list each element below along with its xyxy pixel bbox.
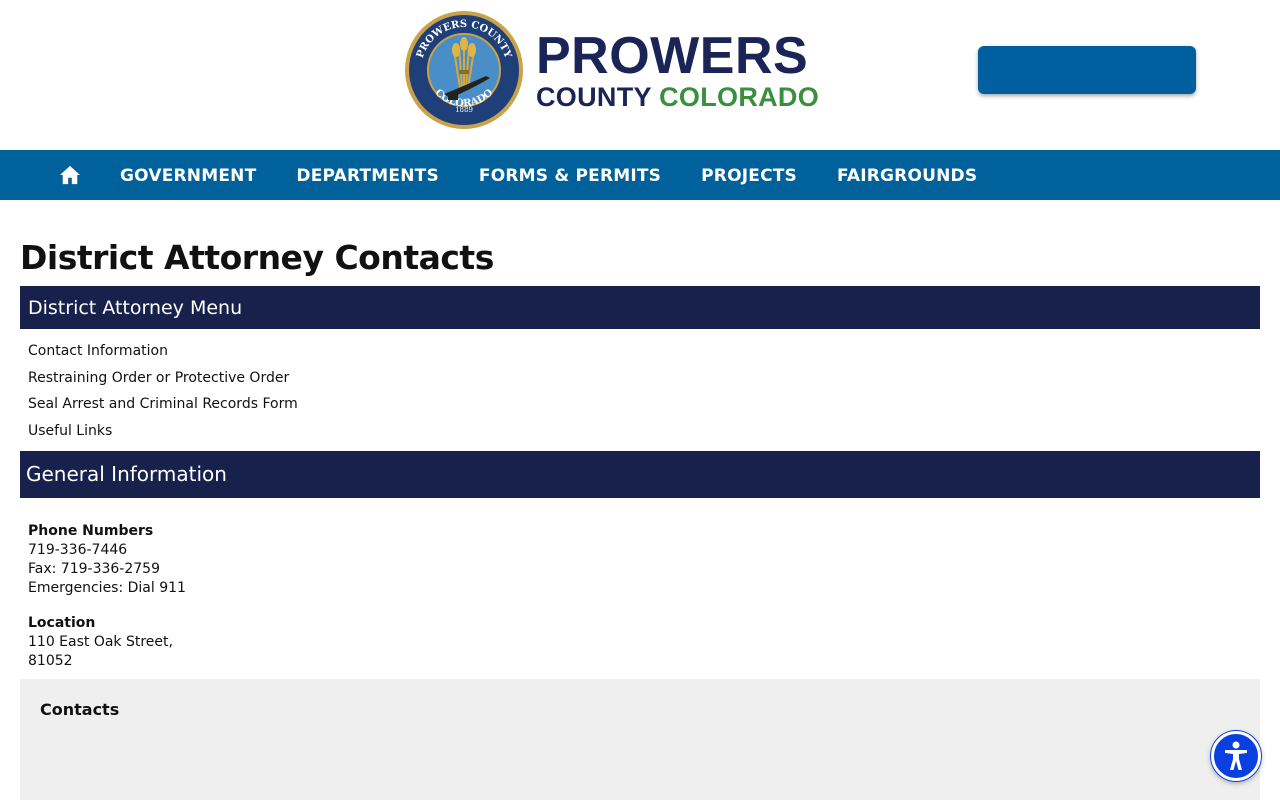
site-logo[interactable]: PROWERS COUNTY COLORADO 1889 PROWERS COU… — [404, 10, 819, 130]
district-attorney-menu: Contact Information Restraining Order or… — [28, 340, 298, 447]
general-information-header: General Information — [20, 451, 1260, 498]
seal-year: 1889 — [455, 106, 473, 114]
accessibility-button[interactable] — [1211, 731, 1261, 781]
contacts-heading: Contacts — [40, 700, 120, 719]
nav-item-fairgrounds[interactable]: FAIRGROUNDS — [817, 150, 997, 200]
wordmark-county: COUNTY — [536, 81, 652, 112]
nav-item-forms-permits[interactable]: FORMS & PERMITS — [459, 150, 681, 200]
header-action-button[interactable] — [978, 46, 1196, 94]
menu-link-restraining-order[interactable]: Restraining Order or Protective Order — [28, 367, 298, 394]
nav-home-link[interactable] — [40, 150, 100, 200]
location-label: Location — [28, 615, 96, 631]
general-information: Phone Numbers 719-336-7446 Fax: 719-336-… — [28, 522, 186, 671]
emergency-number: Emergencies: Dial 911 — [28, 580, 186, 596]
contacts-section: Contacts — [20, 679, 1260, 800]
address-line1: 110 East Oak Street, — [28, 634, 173, 650]
phone-number: 719-336-7446 — [28, 542, 128, 558]
home-icon — [60, 165, 80, 185]
menu-link-useful-links[interactable]: Useful Links — [28, 420, 298, 447]
site-header: PROWERS COUNTY COLORADO 1889 PROWERS COU… — [0, 0, 1280, 150]
menu-link-contact-information[interactable]: Contact Information — [28, 340, 298, 367]
nav-item-projects[interactable]: PROJECTS — [681, 150, 817, 200]
wordmark-colorado: COLORADO — [659, 81, 820, 112]
nav-item-government[interactable]: GOVERNMENT — [100, 150, 276, 200]
fax-number: Fax: 719-336-2759 — [28, 561, 160, 577]
wordmark-prowers: PROWERS — [536, 26, 809, 85]
address-line2: 81052 — [28, 653, 73, 669]
accessibility-icon — [1225, 741, 1247, 770]
county-wordmark: PROWERS COUNTY COLORADO — [536, 30, 819, 111]
county-seal-icon: PROWERS COUNTY COLORADO 1889 — [405, 11, 523, 129]
page-title: District Attorney Contacts — [20, 238, 494, 277]
wordmark-county-colorado: COUNTY COLORADO — [536, 81, 820, 112]
phone-numbers-label: Phone Numbers — [28, 523, 154, 539]
district-attorney-menu-header: District Attorney Menu — [20, 286, 1260, 329]
nav-item-departments[interactable]: DEPARTMENTS — [276, 150, 459, 200]
menu-link-seal-records-form[interactable]: Seal Arrest and Criminal Records Form — [28, 393, 298, 420]
main-nav: GOVERNMENT DEPARTMENTS FORMS & PERMITS P… — [0, 150, 1280, 200]
